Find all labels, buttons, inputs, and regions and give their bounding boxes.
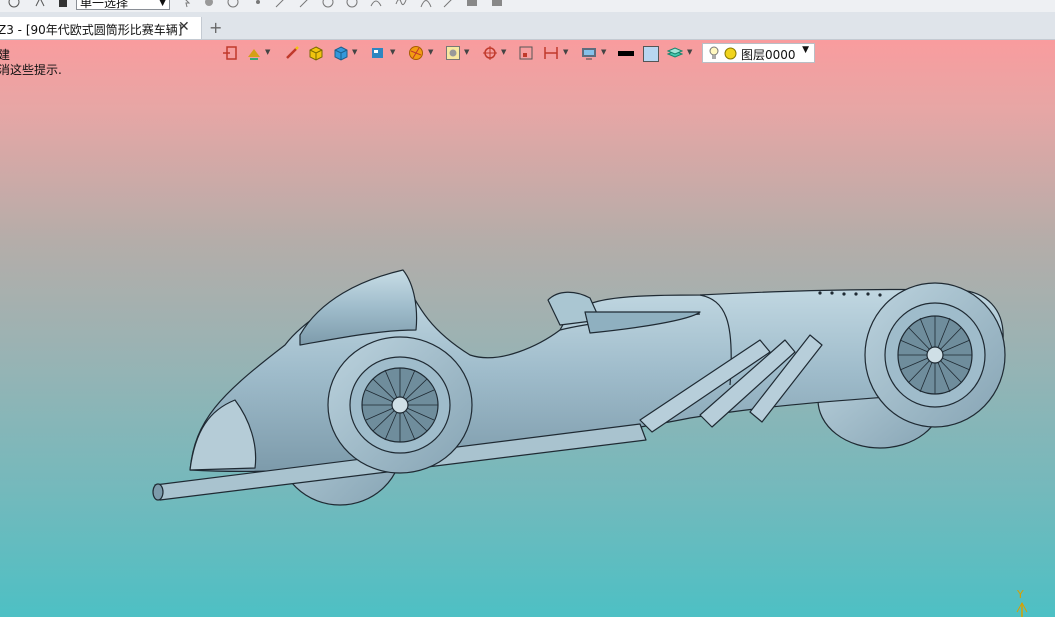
exhaust-tip xyxy=(152,483,164,501)
race-car-model[interactable] xyxy=(0,0,1055,617)
axis-triad xyxy=(1016,601,1028,617)
y-axis-label: Y xyxy=(1017,588,1024,601)
front-wheel[interactable] xyxy=(864,282,1006,428)
rear-wheel[interactable] xyxy=(327,336,473,474)
